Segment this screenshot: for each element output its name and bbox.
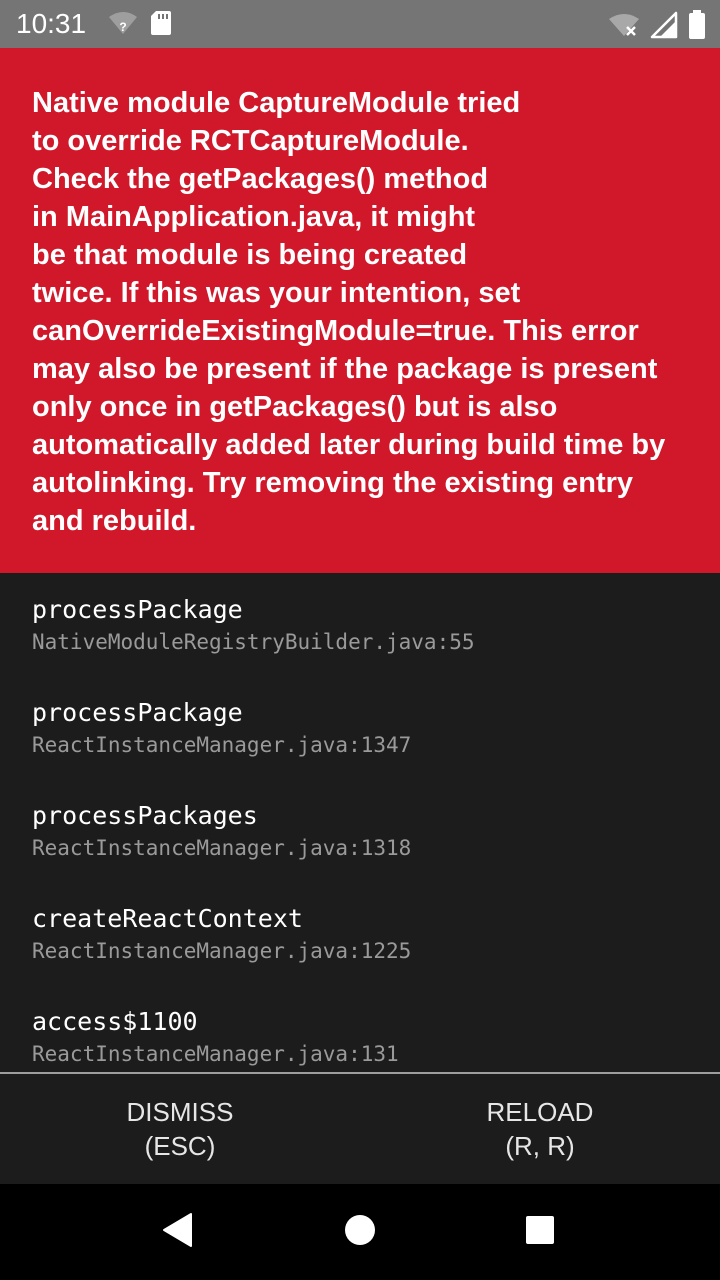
recents-icon: [525, 1215, 555, 1250]
back-button[interactable]: [146, 1200, 210, 1264]
back-icon: [161, 1212, 195, 1253]
sd-card-icon: [150, 10, 172, 41]
frame-location: ReactInstanceManager.java:1318: [32, 836, 412, 860]
stack-trace[interactable]: processPackage NativeModuleRegistryBuild…: [0, 573, 720, 1072]
reload-button-label: RELOAD (R, R): [486, 1097, 594, 1161]
frame-location: ReactInstanceManager.java:1225: [32, 939, 412, 963]
navigation-bar: [0, 1184, 720, 1280]
frame-location: ReactInstanceManager.java:131: [32, 1042, 399, 1066]
home-icon: [344, 1214, 376, 1251]
stack-frame[interactable]: createReactContext ReactInstanceManager.…: [32, 902, 712, 966]
dismiss-button-label: DISMISS (ESC): [126, 1097, 234, 1161]
signal-icon: [650, 11, 678, 44]
reload-button[interactable]: RELOAD (R, R): [360, 1074, 720, 1184]
stack-frame[interactable]: access$1100 ReactInstanceManager.java:13…: [32, 1005, 712, 1069]
error-message: Native module CaptureModule tried to ove…: [32, 87, 666, 537]
frame-location: ReactInstanceManager.java:1347: [32, 733, 412, 757]
status-bar: 10:31 ?: [0, 0, 720, 48]
status-time: 10:31: [16, 8, 87, 39]
stack-frame[interactable]: processPackage NativeModuleRegistryBuild…: [32, 593, 712, 657]
home-button[interactable]: [328, 1200, 392, 1264]
recents-button[interactable]: [508, 1200, 572, 1264]
wifi-off-icon: [608, 12, 640, 43]
button-bar: DISMISS (ESC) RELOAD (R, R): [0, 1074, 720, 1184]
frame-method: access$1100: [32, 1007, 198, 1036]
frame-method: processPackages: [32, 801, 258, 830]
error-panel: Native module CaptureModule tried to ove…: [0, 48, 720, 573]
frame-method: processPackage: [32, 595, 243, 624]
stack-frame[interactable]: processPackage ReactInstanceManager.java…: [32, 696, 712, 760]
frame-location: NativeModuleRegistryBuilder.java:55: [32, 630, 475, 654]
frame-method: processPackage: [32, 698, 243, 727]
battery-icon: [688, 10, 706, 45]
stack-frame[interactable]: processPackages ReactInstanceManager.jav…: [32, 799, 712, 863]
frame-method: createReactContext: [32, 904, 303, 933]
svg-text:?: ?: [119, 20, 126, 34]
dismiss-button[interactable]: DISMISS (ESC): [0, 1074, 360, 1184]
wifi-question-icon: ?: [108, 10, 138, 41]
